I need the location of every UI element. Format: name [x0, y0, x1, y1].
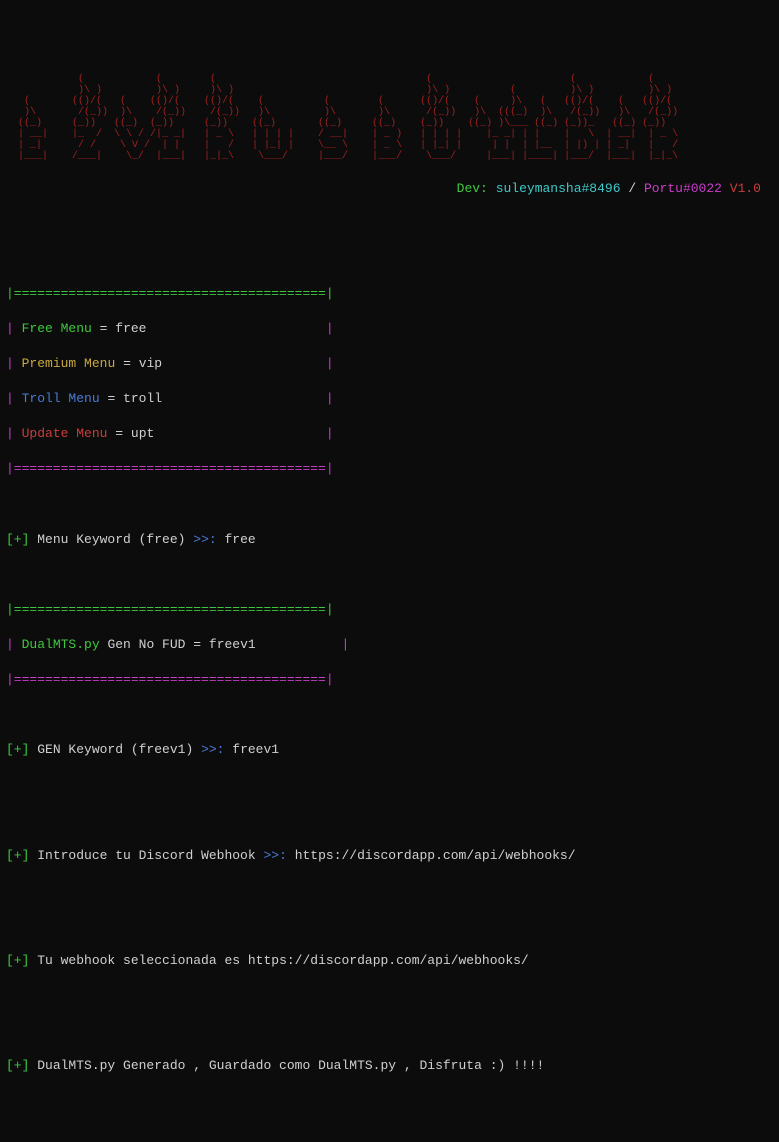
prompt-input-value[interactable]: free — [224, 532, 255, 547]
dev-credits-line: Dev: suleymansha#8496 / Portu#0022 V1.0 — [6, 180, 773, 198]
menu-item-troll: | Troll Menu = troll | — [6, 390, 773, 408]
prompt-gen-keyword[interactable]: [+] GEN Keyword (freev1) >>: freev1 — [6, 741, 773, 759]
status-marker: [+] — [6, 953, 29, 968]
menu-label: Update Menu — [22, 426, 108, 441]
menu-item-update: | Update Menu = upt | — [6, 425, 773, 443]
menu-label: Premium Menu — [22, 356, 116, 371]
dev-author-1: suleymansha#8496 — [496, 181, 621, 196]
menu-item-premium: | Premium Menu = vip | — [6, 355, 773, 373]
status-webhook-selected: [+] Tu webhook seleccionada es https://d… — [6, 952, 773, 970]
prompt-arrows: >>: — [193, 532, 216, 547]
dev-label: Dev: — [457, 181, 488, 196]
separator: / — [628, 181, 636, 196]
menu-keyword: free — [115, 321, 146, 336]
menu-keyword: upt — [131, 426, 154, 441]
free-border-bottom: |=======================================… — [6, 671, 773, 689]
prompt-marker: [+] — [6, 742, 29, 757]
prompt-menu-keyword[interactable]: [+] Menu Keyword (free) >>: free — [6, 531, 773, 549]
menu-keyword: troll — [123, 391, 162, 406]
menu-border-bottom: |=======================================… — [6, 460, 773, 478]
prompt-input-value[interactable]: freev1 — [232, 742, 279, 757]
menu-label: Free Menu — [22, 321, 92, 336]
prompt-label: GEN Keyword (freev1) — [37, 742, 193, 757]
prompt-label: Introduce tu Discord Webhook — [37, 848, 255, 863]
prompt-webhook[interactable]: [+] Introduce tu Discord Webhook >>: htt… — [6, 847, 773, 865]
menu-keyword: vip — [139, 356, 162, 371]
prompt-marker: [+] — [6, 532, 29, 547]
free-item-desc: Gen No FUD — [107, 637, 185, 652]
prompt-input-value[interactable]: https://discordapp.com/api/webhooks/ — [295, 848, 576, 863]
free-item-keyword: freev1 — [209, 637, 256, 652]
prompt-label: Menu Keyword (free) — [37, 532, 185, 547]
menu-border-top: |=======================================… — [6, 285, 773, 303]
banner-ascii-art: ( ( ( ( ( ( )\ ) )\ ) )\ ) )\ ) ( )\ — [6, 74, 773, 162]
status-url: https://discordapp.com/api/webhooks/ — [248, 953, 529, 968]
status-marker: [+] — [6, 1058, 29, 1073]
menu-label: Troll Menu — [22, 391, 100, 406]
free-border-top: |=======================================… — [6, 601, 773, 619]
dev-author-2: Portu#0022 — [644, 181, 722, 196]
prompt-marker: [+] — [6, 848, 29, 863]
status-text: Tu webhook seleccionada es — [37, 953, 240, 968]
status-text: DualMTS.py Generado , Guardado como Dual… — [37, 1058, 544, 1073]
free-option-row: | DualMTS.py Gen No FUD = freev1 | — [6, 636, 773, 654]
prompt-arrows: >>: — [201, 742, 224, 757]
free-item-name: DualMTS.py — [22, 637, 100, 652]
menu-item-free: | Free Menu = free | — [6, 320, 773, 338]
version-label: V1.0 — [730, 181, 761, 196]
status-generated: [+] DualMTS.py Generado , Guardado como … — [6, 1057, 773, 1075]
prompt-arrows: >>: — [263, 848, 286, 863]
